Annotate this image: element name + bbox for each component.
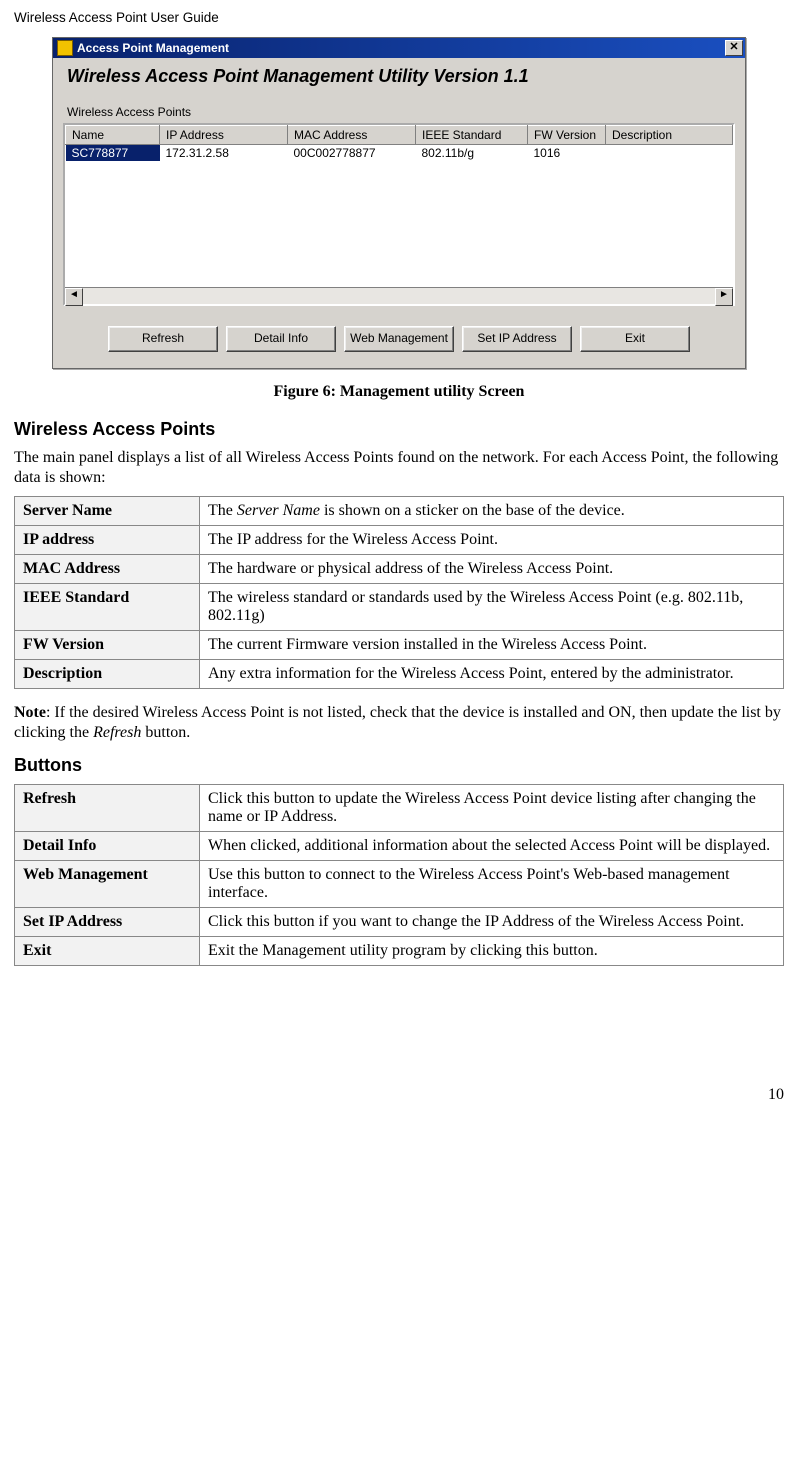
param-label: Server Name [15,497,200,526]
app-window: Access Point Management ✕ Wireless Acces… [52,37,746,369]
cell-fw: 1016 [528,145,606,162]
table-row: MAC Address The hardware or physical add… [15,555,784,584]
table-row: Refresh Click this button to update the … [15,785,784,832]
heading-wireless-access-points: Wireless Access Points [14,419,784,440]
button-row: Refresh Detail Info Web Management Set I… [63,326,735,352]
param-label: FW Version [15,631,200,660]
button-desc: Use this button to connect to the Wirele… [200,861,784,908]
window-title: Access Point Management [77,41,725,55]
buttons-table: Refresh Click this button to update the … [14,784,784,966]
param-label: Description [15,660,200,689]
scroll-track[interactable] [83,288,715,304]
refresh-button[interactable]: Refresh [108,326,218,352]
table-row: IEEE Standard The wireless standard or s… [15,584,784,631]
params-table: Server Name The Server Name is shown on … [14,496,784,689]
param-desc: Any extra information for the Wireless A… [200,660,784,689]
set-ip-address-button[interactable]: Set IP Address [462,326,572,352]
scroll-right-icon[interactable]: ► [715,288,733,306]
heading-buttons: Buttons [14,755,784,776]
wap-intro-text: The main panel displays a list of all Wi… [14,448,784,488]
col-mac[interactable]: MAC Address [288,126,416,145]
table-row: FW Version The current Firmware version … [15,631,784,660]
listview[interactable]: Name IP Address MAC Address IEEE Standar… [63,123,735,306]
button-desc: Click this button to update the Wireless… [200,785,784,832]
exit-button[interactable]: Exit [580,326,690,352]
listview-label: Wireless Access Points [67,105,735,119]
web-management-button[interactable]: Web Management [344,326,454,352]
button-desc: When clicked, additional information abo… [200,832,784,861]
table-row: Set IP Address Click this button if you … [15,908,784,937]
scroll-left-icon[interactable]: ◄ [65,288,83,306]
figure-caption: Figure 6: Management utility Screen [14,383,784,401]
page-number: 10 [14,1086,784,1104]
table-row: Description Any extra information for th… [15,660,784,689]
button-desc: Exit the Management utility program by c… [200,937,784,966]
param-desc: The IP address for the Wireless Access P… [200,526,784,555]
close-icon[interactable]: ✕ [725,40,743,56]
param-label: IP address [15,526,200,555]
table-row: Detail Info When clicked, additional inf… [15,832,784,861]
table-row: Server Name The Server Name is shown on … [15,497,784,526]
param-label: IEEE Standard [15,584,200,631]
col-ieee[interactable]: IEEE Standard [416,126,528,145]
titlebar: Access Point Management ✕ [53,38,745,58]
button-label: Web Management [15,861,200,908]
button-label: Exit [15,937,200,966]
cell-ip: 172.31.2.58 [160,145,288,162]
cell-name: SC778877 [66,145,160,162]
note-text: Note: If the desired Wireless Access Poi… [14,703,784,743]
param-label: MAC Address [15,555,200,584]
window-subtitle: Wireless Access Point Management Utility… [67,66,735,87]
param-desc: The wireless standard or standards used … [200,584,784,631]
table-row: Exit Exit the Management utility program… [15,937,784,966]
col-fw[interactable]: FW Version [528,126,606,145]
cell-ieee: 802.11b/g [416,145,528,162]
table-row[interactable]: SC778877 172.31.2.58 00C002778877 802.11… [66,145,733,162]
param-desc: The current Firmware version installed i… [200,631,784,660]
col-name[interactable]: Name [66,126,160,145]
button-desc: Click this button if you want to change … [200,908,784,937]
col-ip[interactable]: IP Address [160,126,288,145]
listview-blank-area [65,161,733,287]
button-label: Detail Info [15,832,200,861]
button-label: Set IP Address [15,908,200,937]
table-row: IP address The IP address for the Wirele… [15,526,784,555]
detail-info-button[interactable]: Detail Info [226,326,336,352]
button-label: Refresh [15,785,200,832]
cell-desc [606,145,733,162]
horizontal-scrollbar[interactable]: ◄ ► [65,287,733,304]
cell-mac: 00C002778877 [288,145,416,162]
col-desc[interactable]: Description [606,126,733,145]
listview-header-row: Name IP Address MAC Address IEEE Standar… [66,126,733,145]
table-row: Web Management Use this button to connec… [15,861,784,908]
window-body: Wireless Access Point Management Utility… [53,58,745,368]
param-desc: The Server Name is shown on a sticker on… [200,497,784,526]
app-icon [57,40,73,56]
param-desc: The hardware or physical address of the … [200,555,784,584]
page-header: Wireless Access Point User Guide [14,10,784,25]
